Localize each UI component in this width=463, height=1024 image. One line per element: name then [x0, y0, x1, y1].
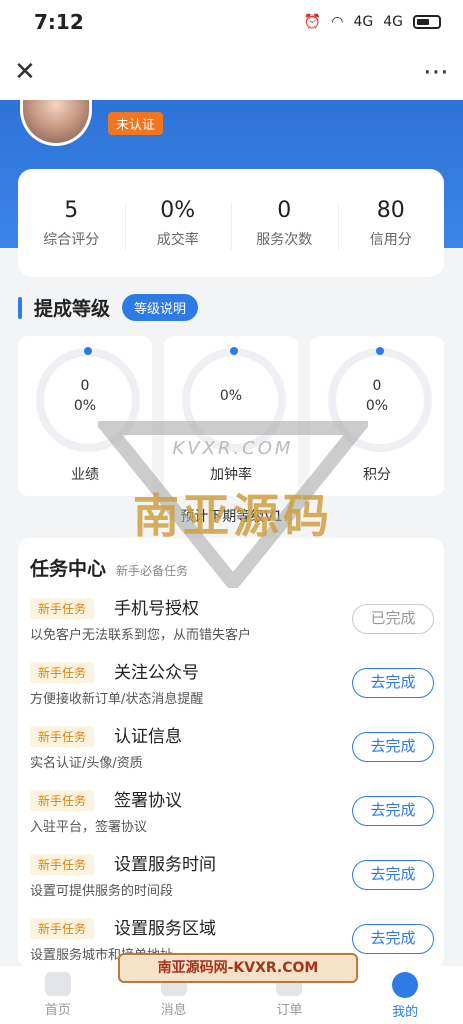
task-name: 签署协议 [114, 791, 182, 811]
task-done-button[interactable]: 已完成 [352, 604, 434, 634]
profile-icon [392, 972, 419, 998]
task-desc: 入驻平台，签署协议 [30, 820, 148, 835]
task-desc: 以免客户无法联系到您，从而错失客户 [30, 628, 252, 643]
stat-label: 信用分 [369, 231, 412, 248]
task-row: 新手任务 认证信息 实名认证/头像/资质 去完成 [30, 722, 434, 778]
task-desc: 设置可提供服务的时间段 [30, 884, 174, 899]
stat-score: 5 综合评分 [18, 198, 125, 249]
task-go-button[interactable]: 去完成 [352, 860, 434, 890]
ring-percent: 0% [73, 398, 97, 414]
level-card-performance: 0 0% 业绩 [18, 336, 152, 496]
stat-label: 成交率 [156, 231, 199, 248]
battery-icon [413, 15, 441, 29]
stat-value: 80 [376, 197, 405, 223]
watermark-banner: 南亚源码网-KVXR.COM [118, 953, 358, 983]
status-time: 7:12 [34, 10, 84, 34]
alarm-icon: ⏰ [303, 14, 322, 30]
progress-dot [376, 347, 384, 355]
stat-value: 0% [160, 197, 196, 223]
ring-values: 0 0% [310, 376, 444, 416]
task-go-button[interactable]: 去完成 [352, 668, 434, 698]
task-go-button[interactable]: 去完成 [352, 796, 434, 826]
status-bar: 7:12 ⏰ ◠ 4G 4G [0, 0, 463, 44]
stat-deal-rate: 0% 成交率 [124, 197, 232, 250]
tab-label: 订单 [276, 1003, 303, 1018]
task-go-button[interactable]: 去完成 [352, 732, 434, 762]
level-label: 业绩 [71, 467, 99, 483]
task-tag: 新手任务 [30, 854, 95, 875]
task-row: 新手任务 手机号授权 以免客户无法联系到您，从而错失客户 已完成 [30, 594, 434, 650]
level-forecast: 预计下期等级V1 [180, 509, 283, 525]
ring-values: 0% [164, 386, 298, 406]
task-tag: 新手任务 [30, 598, 95, 619]
nav-bar: ✕ ⋯ [0, 44, 463, 100]
task-tag: 新手任务 [30, 726, 95, 747]
progress-dot [230, 347, 238, 355]
task-name: 设置服务时间 [114, 855, 216, 875]
ring-values: 0 0% [18, 376, 152, 416]
level-cards: 0 0% 业绩 0% 加钟率 0 0% 积分 [18, 336, 444, 496]
ring-value: 0 [80, 378, 90, 394]
task-center-subtitle: 新手必备任务 [116, 564, 189, 578]
task-header: 任务中心 新手必备任务 [30, 554, 188, 581]
home-icon [44, 972, 71, 996]
tab-label: 我的 [392, 1005, 419, 1020]
level-card-points: 0 0% 积分 [310, 336, 444, 496]
stat-credit: 80 信用分 [337, 197, 445, 250]
ring-value: 0 [372, 378, 382, 394]
task-tag: 新手任务 [30, 918, 95, 939]
task-row: 新手任务 签署协议 入驻平台，签署协议 去完成 [30, 786, 434, 842]
signal-4g-icon: 4G [353, 14, 374, 30]
stat-value: 5 [64, 197, 79, 223]
level-label: 加钟率 [210, 467, 252, 483]
tab-label: 首页 [44, 1003, 71, 1018]
task-name: 手机号授权 [114, 599, 199, 619]
verification-badge[interactable]: 未认证 [108, 112, 164, 135]
task-desc: 实名认证/头像/资质 [30, 756, 143, 771]
stats-card: 5 综合评分 0% 成交率 0 服务次数 80 信用分 [18, 169, 444, 277]
task-tag: 新手任务 [30, 790, 95, 811]
stat-value: 0 [277, 197, 292, 223]
section-title: 提成等级 [34, 298, 111, 320]
task-center: 任务中心 新手必备任务 新手任务 手机号授权 以免客户无法联系到您，从而错失客户… [18, 538, 444, 968]
status-icons: ⏰ ◠ 4G 4G [304, 14, 441, 30]
wifi-icon: ◠ [331, 14, 344, 30]
tab-label: 消息 [160, 1003, 187, 1018]
task-name: 关注公众号 [114, 663, 199, 683]
more-icon[interactable]: ⋯ [423, 59, 449, 85]
tab-home[interactable]: 首页 [0, 966, 116, 1024]
task-center-title: 任务中心 [30, 558, 107, 580]
stat-label: 服务次数 [256, 231, 313, 248]
task-go-button[interactable]: 去完成 [352, 924, 434, 954]
level-label: 积分 [363, 467, 391, 483]
task-name: 认证信息 [114, 727, 182, 747]
ring-percent: 0% [219, 388, 243, 404]
section-accent-bar [18, 296, 22, 319]
signal-4g-icon-2: 4G [383, 14, 403, 30]
stat-service-count: 0 服务次数 [231, 197, 338, 250]
stat-label: 综合评分 [43, 231, 100, 248]
ring-percent: 0% [365, 398, 389, 414]
task-desc: 方便接收新订单/状态消息提醒 [30, 692, 204, 707]
close-icon[interactable]: ✕ [14, 59, 36, 85]
task-name: 设置服务区域 [114, 919, 216, 939]
tab-me[interactable]: 我的 [347, 966, 463, 1024]
task-tag: 新手任务 [30, 662, 95, 683]
progress-dot [84, 347, 92, 355]
level-explain-button[interactable]: 等级说明 [122, 294, 199, 321]
task-row: 新手任务 设置服务时间 设置可提供服务的时间段 去完成 [30, 850, 434, 906]
task-row: 新手任务 关注公众号 方便接收新订单/状态消息提醒 去完成 [30, 658, 434, 714]
level-card-renewal-rate: 0% 加钟率 [164, 336, 298, 496]
level-section-header: 提成等级 等级说明 [18, 294, 199, 321]
